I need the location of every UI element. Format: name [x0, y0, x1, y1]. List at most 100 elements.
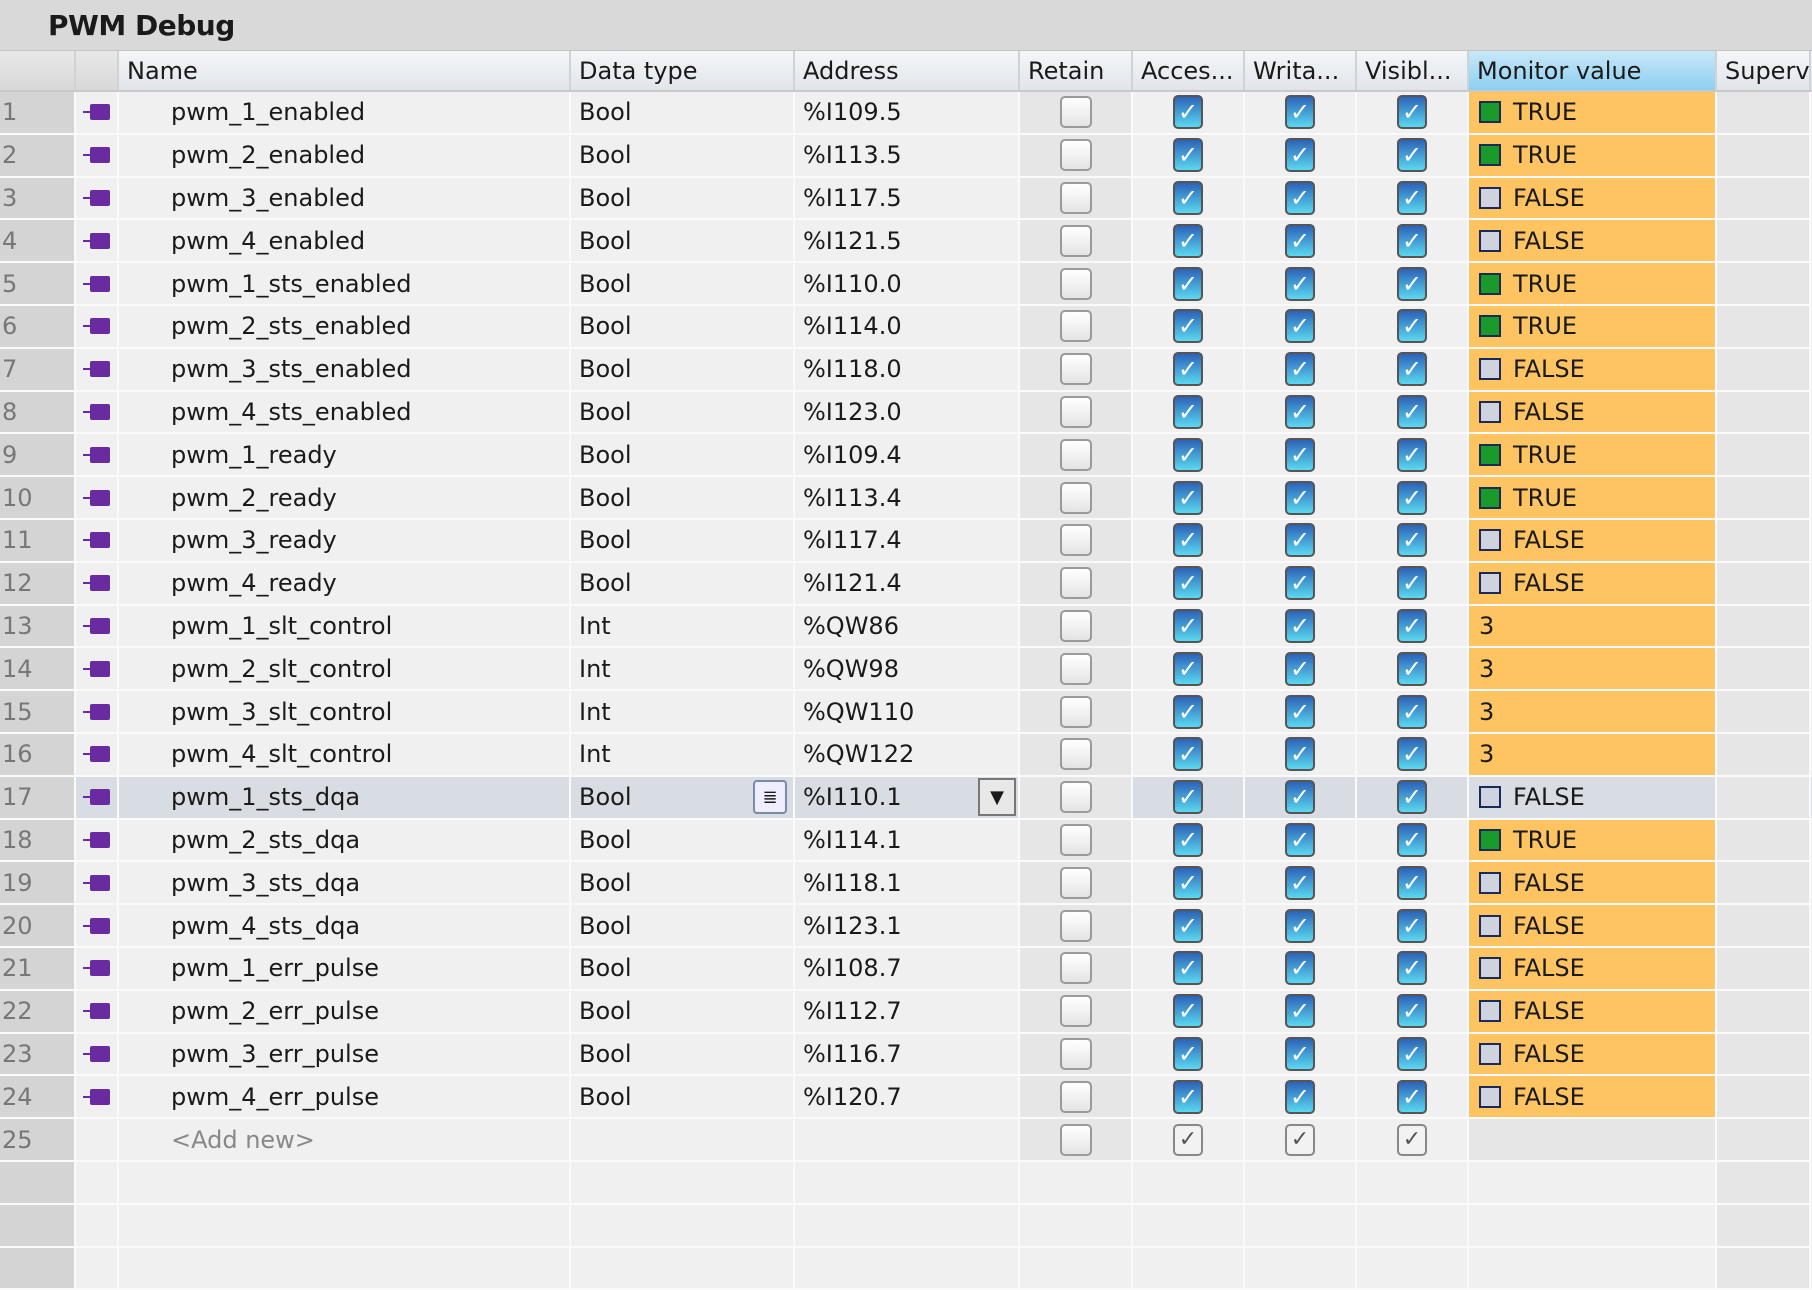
accessible-checkbox[interactable]: ✓ [1173, 523, 1203, 558]
table-row[interactable]: 11 pwm_3_ready Bool %I117.4 ✓ ✓ ✓ FALSE [0, 519, 1812, 563]
visible-checkbox[interactable]: ✓ [1397, 523, 1427, 558]
accessible-checkbox[interactable]: ✓ [1173, 822, 1203, 857]
accessible-checkbox[interactable]: ✓ [1173, 994, 1203, 1029]
tag-data-type[interactable]: Bool [571, 477, 795, 518]
table-row[interactable]: 3 pwm_3_enabled Bool %I117.5 ✓ ✓ ✓ FALSE [0, 177, 1812, 221]
tag-name[interactable]: pwm_4_sts_dqa [119, 905, 571, 946]
tag-address[interactable]: %I110.0 [795, 263, 1020, 304]
address-dropdown-button[interactable]: ▼ [978, 778, 1016, 817]
tag-data-type[interactable]: Bool [571, 990, 795, 1032]
tag-name[interactable]: pwm_3_err_pulse [119, 1033, 571, 1075]
tag-address[interactable]: %I121.4 [795, 562, 1020, 604]
tag-name[interactable]: pwm_2_enabled [119, 134, 571, 176]
row-number[interactable]: 7 [0, 348, 76, 390]
retain-checkbox[interactable] [1059, 909, 1092, 942]
accessible-checkbox[interactable]: ✓ [1173, 1079, 1203, 1114]
tag-name[interactable]: pwm_2_err_pulse [119, 990, 571, 1032]
tag-address[interactable]: %I109.4 [795, 434, 1020, 476]
table-row[interactable]: 13 pwm_1_slt_control Int %QW86 ✓ ✓ ✓ 3 [0, 605, 1812, 649]
retain-checkbox[interactable] [1059, 395, 1092, 428]
tag-name[interactable]: pwm_4_ready [119, 562, 571, 604]
visible-checkbox[interactable]: ✓ [1397, 1036, 1427, 1071]
writable-checkbox[interactable]: ✓ [1285, 223, 1315, 258]
visible-checkbox[interactable]: ✓ [1397, 994, 1427, 1029]
header-data-type[interactable]: Data type [571, 51, 795, 90]
row-number[interactable]: 6 [0, 305, 76, 347]
retain-checkbox[interactable] [1059, 823, 1092, 856]
accessible-checkbox[interactable]: ✓ [1173, 608, 1203, 643]
tag-name[interactable]: pwm_3_enabled [119, 177, 571, 219]
tag-name[interactable]: pwm_2_slt_control [119, 648, 571, 690]
data-type-list-button[interactable]: ≣ [753, 780, 787, 815]
row-number[interactable]: 13 [0, 605, 76, 647]
accessible-checkbox[interactable]: ✓ [1173, 480, 1203, 515]
visible-checkbox[interactable]: ✓ [1397, 651, 1427, 686]
retain-checkbox[interactable] [1059, 139, 1092, 172]
tag-name[interactable]: pwm_3_slt_control [119, 691, 571, 732]
row-number[interactable]: 20 [0, 905, 76, 946]
visible-checkbox[interactable]: ✓ [1397, 566, 1427, 601]
writable-checkbox[interactable]: ✓ [1285, 1123, 1315, 1156]
writable-checkbox[interactable]: ✓ [1285, 651, 1315, 686]
writable-checkbox[interactable]: ✓ [1285, 737, 1315, 772]
accessible-checkbox[interactable]: ✓ [1173, 694, 1203, 729]
header-monitor-value[interactable]: Monitor value [1469, 51, 1717, 90]
table-row[interactable]: 22 pwm_2_err_pulse Bool %I112.7 ✓ ✓ ✓ FALSE [0, 990, 1812, 1034]
accessible-checkbox[interactable]: ✓ [1173, 566, 1203, 601]
writable-checkbox[interactable]: ✓ [1285, 394, 1315, 429]
writable-checkbox[interactable]: ✓ [1285, 480, 1315, 515]
writable-checkbox[interactable]: ✓ [1285, 1079, 1315, 1114]
writable-checkbox[interactable]: ✓ [1285, 994, 1315, 1029]
tag-name[interactable]: pwm_1_slt_control [119, 605, 571, 647]
tag-data-type[interactable]: Bool [571, 92, 795, 133]
header-supervision[interactable]: Supervi [1717, 51, 1811, 90]
row-number[interactable]: 18 [0, 819, 76, 861]
tag-data-type[interactable]: Bool [571, 1076, 795, 1118]
row-number[interactable]: 10 [0, 477, 76, 518]
tag-address[interactable]: %I117.5 [795, 177, 1020, 219]
table-row[interactable]: 18 pwm_2_sts_dqa Bool %I114.1 ✓ ✓ ✓ TRUE [0, 819, 1812, 863]
accessible-checkbox[interactable]: ✓ [1173, 951, 1203, 986]
visible-checkbox[interactable]: ✓ [1397, 309, 1427, 344]
tag-address[interactable]: %I113.5 [795, 134, 1020, 176]
tag-data-type[interactable]: Bool [571, 519, 795, 561]
accessible-checkbox[interactable]: ✓ [1173, 437, 1203, 472]
accessible-checkbox[interactable]: ✓ [1173, 266, 1203, 301]
row-number[interactable]: 5 [0, 263, 76, 304]
writable-checkbox[interactable]: ✓ [1285, 566, 1315, 601]
retain-checkbox[interactable] [1059, 738, 1092, 771]
tag-address[interactable]: %I114.1 [795, 819, 1020, 861]
add-new-input[interactable]: <Add new> [119, 1119, 571, 1160]
tag-name[interactable]: pwm_4_slt_control [119, 733, 571, 775]
add-new-row[interactable]: 25 <Add new> ✓ ✓ ✓ [0, 1119, 1812, 1162]
header-name[interactable]: Name [119, 51, 571, 90]
tag-data-type[interactable]: Bool [571, 348, 795, 390]
retain-checkbox[interactable] [1059, 310, 1092, 343]
accessible-checkbox[interactable]: ✓ [1173, 908, 1203, 943]
visible-checkbox[interactable]: ✓ [1397, 95, 1427, 130]
tag-address[interactable]: %I108.7 [795, 947, 1020, 989]
writable-checkbox[interactable]: ✓ [1285, 138, 1315, 173]
row-number[interactable]: 9 [0, 434, 76, 476]
accessible-checkbox[interactable]: ✓ [1173, 737, 1203, 772]
visible-checkbox[interactable]: ✓ [1397, 608, 1427, 643]
retain-checkbox[interactable] [1059, 695, 1092, 728]
retain-checkbox[interactable] [1059, 1080, 1092, 1113]
tag-data-type[interactable]: Bool ≣ [571, 776, 795, 818]
tag-address[interactable]: %I123.0 [795, 391, 1020, 433]
retain-checkbox[interactable] [1059, 1037, 1092, 1070]
tag-data-type[interactable]: Bool [571, 819, 795, 861]
writable-checkbox[interactable]: ✓ [1285, 908, 1315, 943]
header-retain[interactable]: Retain [1020, 51, 1133, 90]
retain-checkbox[interactable] [1059, 224, 1092, 257]
table-row[interactable]: 12 pwm_4_ready Bool %I121.4 ✓ ✓ ✓ FALSE [0, 562, 1812, 606]
tag-address[interactable]: %I112.7 [795, 990, 1020, 1032]
table-row[interactable]: 8 pwm_4_sts_enabled Bool %I123.0 ✓ ✓ ✓ FALSE [0, 391, 1812, 435]
writable-checkbox[interactable]: ✓ [1285, 865, 1315, 900]
tag-data-type[interactable]: Bool [571, 177, 795, 219]
table-row[interactable]: 1 pwm_1_enabled Bool %I109.5 ✓ ✓ ✓ TRUE [0, 92, 1812, 135]
header-address[interactable]: Address [795, 51, 1020, 90]
writable-checkbox[interactable]: ✓ [1285, 780, 1315, 815]
table-row[interactable]: 10 pwm_2_ready Bool %I113.4 ✓ ✓ ✓ TRUE [0, 477, 1812, 520]
table-row[interactable]: 16 pwm_4_slt_control Int %QW122 ✓ ✓ ✓ 3 [0, 733, 1812, 777]
